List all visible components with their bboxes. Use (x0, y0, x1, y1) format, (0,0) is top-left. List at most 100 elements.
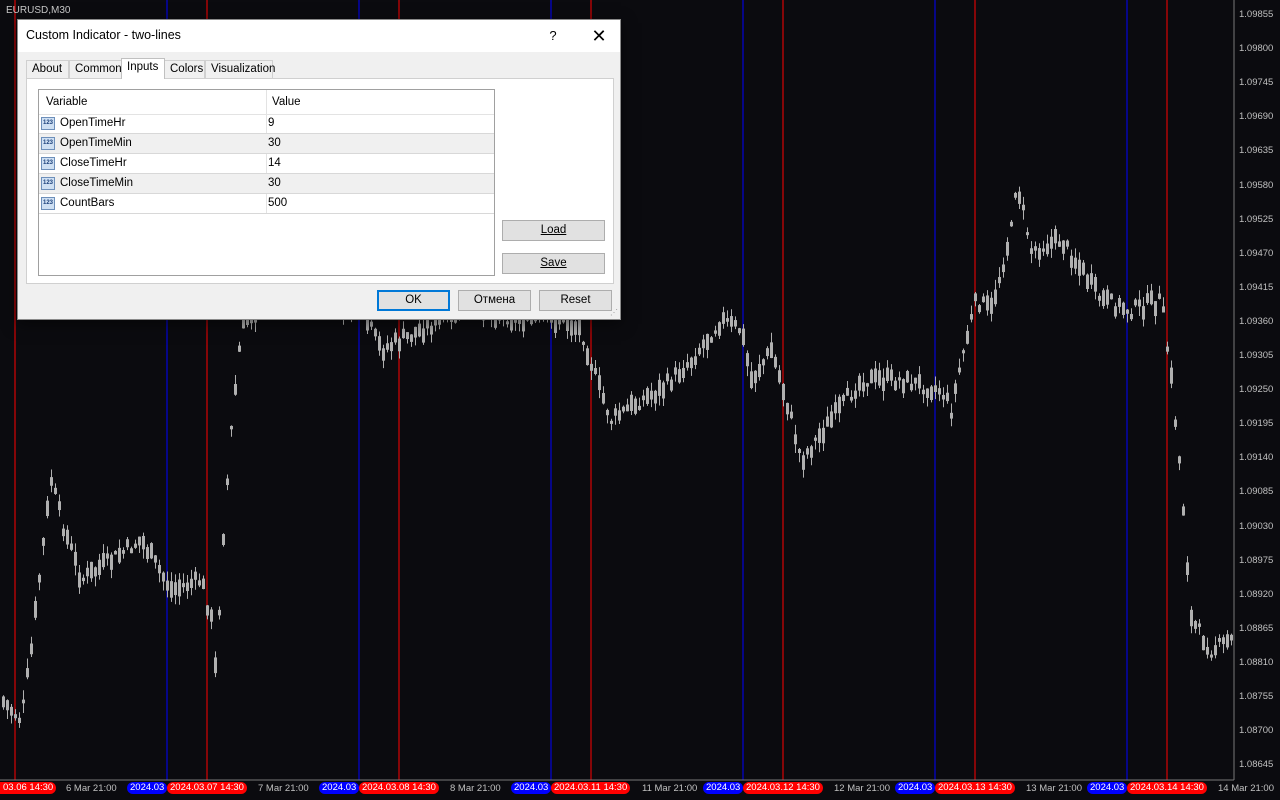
candle-body (430, 325, 433, 335)
reset-button[interactable]: Reset (539, 290, 612, 311)
input-value[interactable]: 30 (268, 177, 281, 189)
candle-body (1034, 246, 1037, 251)
candle-body (1102, 290, 1105, 307)
input-value[interactable]: 500 (268, 197, 287, 209)
candle-body (842, 394, 845, 402)
candle-body (582, 341, 585, 345)
candle-body (662, 382, 665, 399)
candle-body (1058, 241, 1061, 247)
candle-body (990, 297, 993, 314)
candle-body (650, 390, 653, 400)
price-axis-label: 1.08755 (1239, 691, 1274, 702)
candle-body (1178, 456, 1181, 464)
candle-body (1138, 299, 1141, 307)
input-value[interactable]: 9 (268, 117, 274, 129)
candle-body (602, 393, 605, 404)
input-name: OpenTimeMin (60, 137, 132, 149)
candle-body (234, 384, 237, 395)
integer-type-icon: 123 (41, 177, 55, 190)
candle-body (230, 425, 233, 430)
candle-body (1142, 306, 1145, 320)
input-row[interactable]: 123 CloseTimeHr 14 (39, 154, 494, 174)
price-axis-label: 1.09580 (1239, 179, 1274, 191)
candle-body (1090, 273, 1093, 285)
candle-body (594, 368, 597, 375)
input-row[interactable]: 123 OpenTimeHr 9 (39, 114, 494, 134)
candle-body (858, 375, 861, 391)
column-variable[interactable]: Variable (46, 96, 87, 108)
resize-grip-icon[interactable]: ⋰ (610, 308, 618, 317)
candle-body (1226, 634, 1229, 648)
input-value[interactable]: 30 (268, 137, 281, 149)
candle-body (758, 363, 761, 378)
candle-body (1210, 654, 1213, 658)
candle-body (1018, 191, 1021, 204)
candle-body (794, 434, 797, 445)
open-line-time-label: 2024.03 (127, 782, 167, 794)
candle-body (1218, 638, 1221, 642)
candle-body (838, 396, 841, 414)
input-value[interactable]: 14 (268, 157, 281, 169)
candle-body (214, 657, 217, 674)
dialog-titlebar[interactable]: Custom Indicator - two-lines ? ✕ (18, 20, 620, 52)
candle-body (798, 449, 801, 453)
save-button[interactable]: Save (502, 253, 605, 274)
candle-body (750, 371, 753, 389)
candle-body (802, 455, 805, 470)
candle-body (30, 643, 33, 655)
candle-body (114, 550, 117, 555)
tab-inputs[interactable]: Inputs (121, 58, 165, 79)
candle-body (874, 368, 877, 383)
custom-indicator-dialog: Custom Indicator - two-lines ? ✕ About C… (17, 19, 621, 320)
candle-body (46, 500, 49, 517)
tab-common[interactable]: Common (69, 60, 122, 78)
help-button[interactable]: ? (538, 24, 568, 48)
price-axis-label: 1.09635 (1239, 145, 1274, 157)
candle-body (210, 609, 213, 622)
candle-body (410, 334, 413, 342)
price-axis-label: 1.09745 (1239, 77, 1274, 89)
candle-body (422, 328, 425, 343)
candle-body (2, 696, 5, 708)
candle-body (1010, 221, 1013, 227)
candle-body (1030, 248, 1033, 254)
close-button[interactable]: ✕ (584, 24, 614, 48)
price-axis-label: 1.09800 (1239, 43, 1274, 55)
candle-body (1094, 277, 1097, 292)
candle-body (918, 374, 921, 389)
candle-body (974, 293, 977, 302)
input-row[interactable]: 123 OpenTimeMin 30 (39, 134, 494, 154)
price-axis-label: 1.08920 (1239, 588, 1274, 600)
price-axis-label: 1.09525 (1239, 213, 1274, 225)
candle-body (390, 342, 393, 352)
candle-body (870, 369, 873, 384)
ok-button[interactable]: OK (377, 290, 450, 311)
candle-body (78, 572, 81, 588)
time-axis-label: 11 Mar 21:00 (642, 783, 698, 794)
candle-body (90, 561, 93, 579)
input-name: CloseTimeHr (60, 157, 127, 169)
input-row[interactable]: 123 CountBars 500 (39, 194, 494, 214)
candle-body (182, 583, 185, 588)
load-button[interactable]: Load (502, 220, 605, 241)
candle-body (902, 379, 905, 394)
tab-about[interactable]: About (26, 60, 69, 78)
candle-body (190, 578, 193, 588)
candle-body (754, 370, 757, 384)
price-axis-label: 1.08975 (1239, 554, 1274, 566)
candle-body (1042, 248, 1045, 252)
candle-body (378, 336, 381, 351)
candle-body (398, 338, 401, 352)
candle-body (638, 405, 641, 411)
tab-colors[interactable]: Colors (164, 60, 205, 78)
candle-body (578, 319, 581, 336)
integer-type-icon: 123 (41, 137, 55, 150)
cancel-button[interactable]: Отмена (458, 290, 531, 311)
candle-body (198, 580, 201, 586)
candle-body (894, 380, 897, 391)
input-row[interactable]: 123 CloseTimeMin 30 (39, 174, 494, 194)
tab-visualization[interactable]: Visualization (205, 60, 275, 78)
candle-body (1130, 313, 1133, 320)
column-value[interactable]: Value (272, 96, 301, 108)
candle-body (938, 388, 941, 395)
